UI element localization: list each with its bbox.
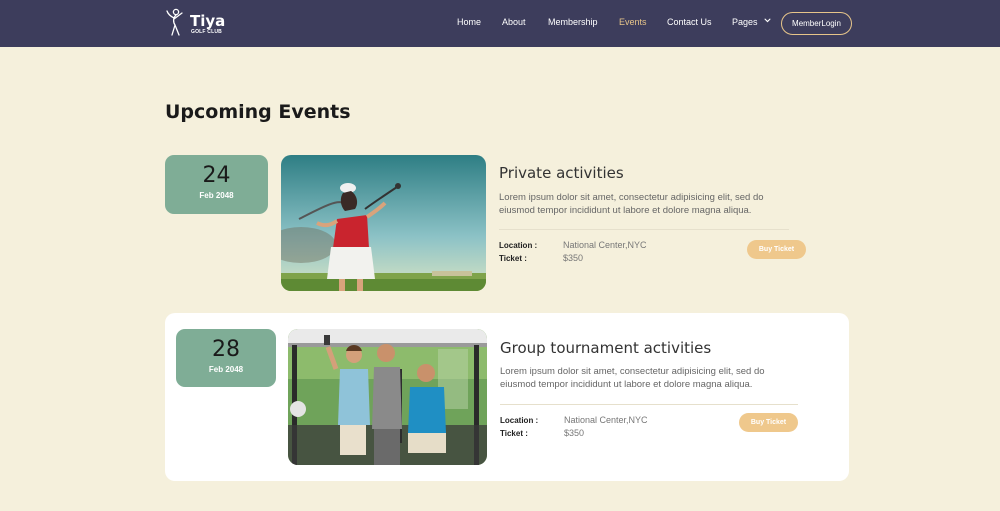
event-day: 24 (202, 163, 231, 188)
chevron-down-icon (764, 18, 771, 23)
event-month: Feb 2048 (208, 365, 244, 374)
divider (500, 404, 798, 405)
event-image-golfer[interactable] (281, 155, 486, 291)
buy-ticket-button[interactable]: Buy Ticket (747, 240, 806, 259)
group-photo (288, 329, 487, 465)
event-description: Lorem ipsum dolor sit amet, consectetur … (499, 192, 764, 216)
event-date-box: 24 Feb 2048 (165, 155, 268, 214)
nav-events[interactable]: Events (619, 17, 647, 27)
event-card-highlighted: 28 Feb 2048 Group tournament activities … (165, 313, 849, 481)
golfer-photo (281, 155, 486, 291)
nav-about[interactable]: About (502, 17, 526, 27)
event-card: 24 Feb 2048 Private activities Lorem ips… (165, 155, 849, 295)
nav-membership[interactable]: Membership (548, 17, 598, 27)
event-date-box: 28 Feb 2048 (176, 329, 276, 387)
page-title: Upcoming Events (165, 101, 351, 123)
golfer-logo-icon (166, 8, 183, 36)
ticket-price: $350 (563, 253, 584, 263)
brand-name: Tiya (190, 12, 226, 30)
buy-ticket-button[interactable]: Buy Ticket (739, 413, 798, 432)
event-description: Lorem ipsum dolor sit amet, consectetur … (500, 366, 765, 390)
location-label: Location : (499, 241, 538, 250)
nav-pages-label: Pages (732, 17, 758, 27)
brand-tagline: GOLF CLUB (191, 29, 222, 35)
nav-pages-dropdown[interactable]: Pages (732, 17, 771, 27)
member-login-button[interactable]: MemberLogin (781, 12, 852, 35)
event-month: Feb 2048 (199, 191, 234, 200)
nav-home[interactable]: Home (457, 17, 481, 27)
divider (499, 229, 789, 230)
event-image-group[interactable] (288, 329, 487, 465)
location-label: Location : (500, 416, 539, 425)
ticket-price: $350 (564, 428, 585, 438)
event-day: 28 (212, 337, 240, 362)
location-value: National Center,NYC (564, 415, 648, 425)
navbar: Tiya GOLF CLUB Home About Membership Eve… (0, 0, 1000, 47)
event-title: Group tournament activities (500, 339, 712, 357)
ticket-label: Ticket : (500, 429, 528, 438)
location-value: National Center,NYC (563, 240, 647, 250)
ticket-label: Ticket : (499, 254, 527, 263)
nav-contact-us[interactable]: Contact Us (667, 17, 712, 27)
event-title: Private activities (499, 164, 624, 182)
logo[interactable]: Tiya GOLF CLUB (164, 8, 234, 38)
